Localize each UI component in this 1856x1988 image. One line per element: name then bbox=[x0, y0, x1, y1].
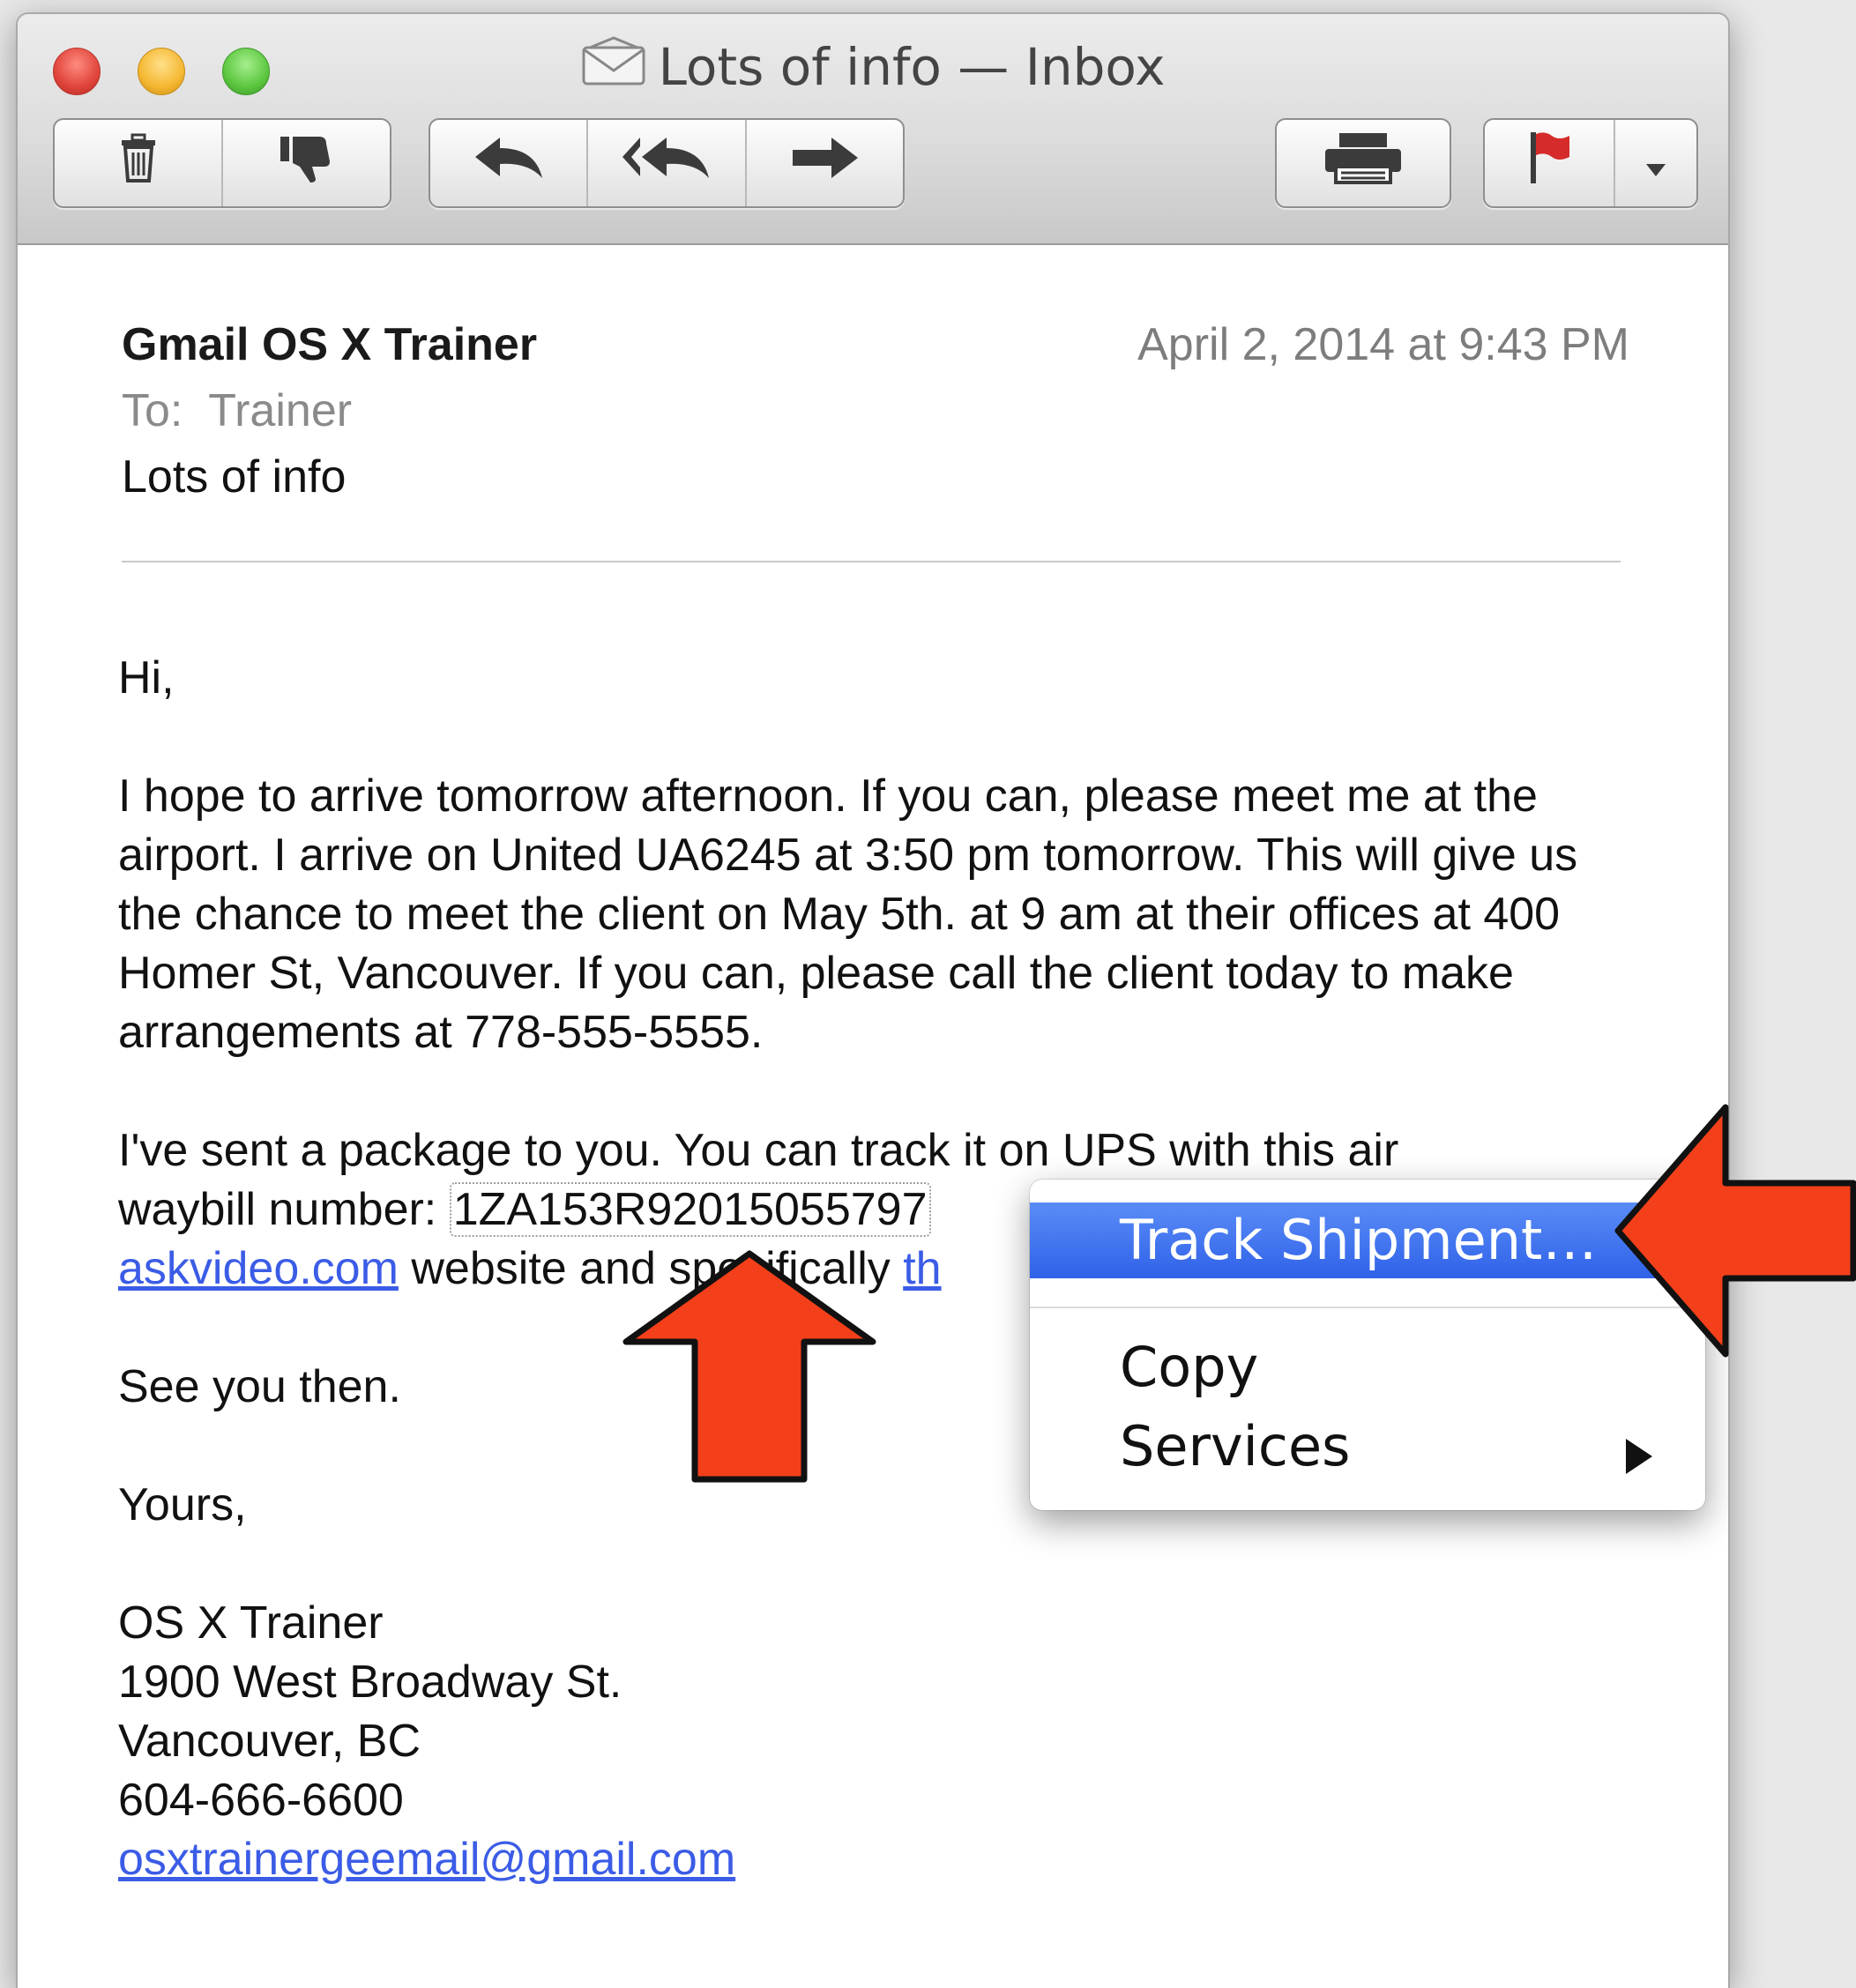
printer-icon bbox=[1323, 131, 1403, 196]
to-label: To: bbox=[122, 385, 183, 436]
body-paragraph-1: I hope to arrive tomorrow afternoon. If … bbox=[118, 771, 1578, 1058]
delete-junk-group bbox=[53, 118, 391, 208]
delete-button[interactable] bbox=[55, 120, 223, 206]
window-title-text: Lots of info — Inbox bbox=[658, 36, 1166, 97]
signature-address-2: Vancouver, BC bbox=[118, 1716, 421, 1767]
menu-separator bbox=[1030, 1307, 1705, 1308]
print-group bbox=[1275, 118, 1451, 208]
message-from: Gmail OS X Trainer bbox=[122, 319, 538, 370]
reply-group bbox=[429, 118, 905, 208]
reply-all-button[interactable] bbox=[588, 120, 747, 206]
partial-link[interactable]: th bbox=[903, 1243, 941, 1294]
titlebar: Lots of info — Inbox bbox=[18, 14, 1728, 245]
left-arrow-annotation bbox=[1614, 1104, 1856, 1358]
mail-window: Lots of info — Inbox Gmail OS X Trainer … bbox=[16, 12, 1730, 1988]
signature-address-1: 1900 West Broadway St. bbox=[118, 1657, 622, 1708]
signature-name: OS X Trainer bbox=[118, 1597, 384, 1649]
trash-icon bbox=[118, 133, 159, 194]
window-title: Lots of info — Inbox bbox=[18, 34, 1728, 99]
message-subject: Lots of info bbox=[122, 451, 347, 503]
up-arrow-annotation bbox=[622, 1250, 876, 1483]
chevron-down-icon bbox=[1644, 137, 1667, 190]
submenu-arrow-icon bbox=[1626, 1439, 1652, 1474]
flag-button[interactable] bbox=[1485, 120, 1616, 206]
menu-item-copy[interactable]: Copy bbox=[1030, 1329, 1705, 1405]
signature-email-link[interactable]: osxtrainergeemail@gmail.com bbox=[118, 1834, 735, 1885]
para2-line1: I've sent a package to you. You can trac… bbox=[118, 1125, 1399, 1176]
envelope-icon bbox=[581, 35, 646, 99]
reply-button[interactable] bbox=[430, 120, 589, 206]
waybill-number[interactable]: 1ZA153R92015055797 bbox=[449, 1182, 931, 1237]
menu-item-track-shipment[interactable]: Track Shipment… bbox=[1030, 1202, 1705, 1278]
reply-icon bbox=[472, 134, 546, 193]
message-date: April 2, 2014 at 9:43 PM bbox=[1137, 319, 1629, 370]
signature-phone: 604-666-6600 bbox=[118, 1775, 404, 1826]
greeting: Hi, bbox=[118, 652, 175, 704]
askvideo-link[interactable]: askvideo.com bbox=[118, 1243, 399, 1294]
flag-icon bbox=[1525, 130, 1573, 197]
forward-icon bbox=[789, 134, 860, 193]
message-to: To: Trainer bbox=[122, 384, 352, 437]
reply-all-icon bbox=[621, 134, 712, 193]
flag-group bbox=[1483, 118, 1698, 208]
para2-waybill-label: waybill number: bbox=[118, 1184, 437, 1235]
thumbs-down-icon bbox=[279, 131, 335, 196]
to-recipient[interactable]: Trainer bbox=[208, 385, 352, 436]
forward-button[interactable] bbox=[747, 120, 903, 206]
header-divider bbox=[122, 561, 1621, 562]
menu-item-services[interactable]: Services bbox=[1030, 1409, 1705, 1485]
junk-button[interactable] bbox=[223, 120, 390, 206]
context-menu: Track Shipment… Copy Services bbox=[1030, 1180, 1705, 1510]
print-button[interactable] bbox=[1277, 120, 1450, 206]
flag-dropdown-button[interactable] bbox=[1615, 120, 1696, 206]
